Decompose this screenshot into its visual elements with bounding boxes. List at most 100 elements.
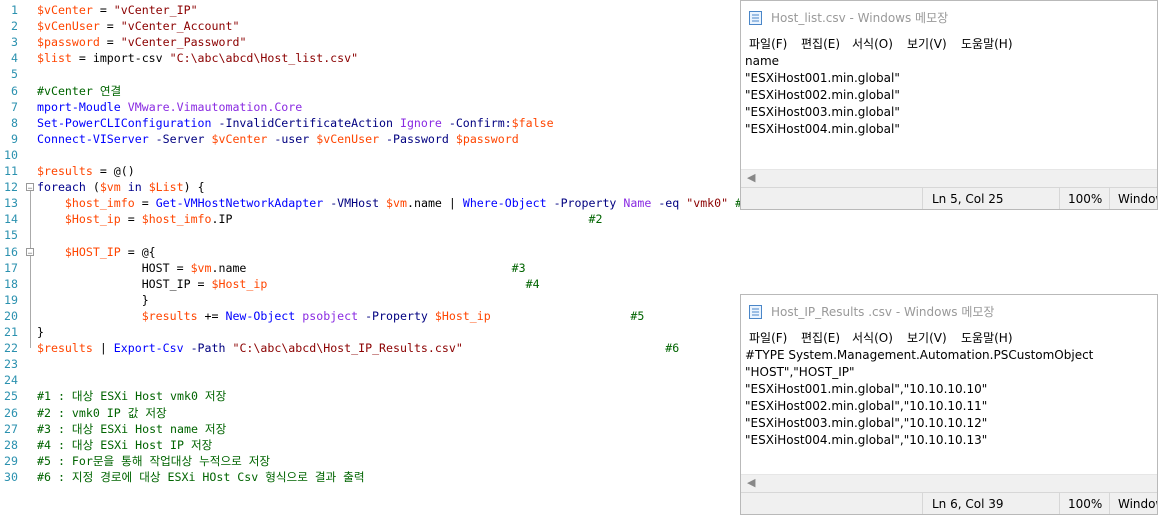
code-line[interactable]: 17 HOST = $vm.name #3 (0, 260, 735, 276)
line-number: 5 (11, 67, 18, 82)
menu-bar: 파일(F) 편집(E) 서식(O) 보기(V) 도움말(H) (741, 33, 1157, 53)
menu-help[interactable]: 도움말(H) (961, 35, 1013, 52)
code-line[interactable]: 18 HOST_IP = $Host_ip #4 (0, 276, 735, 292)
line-number: 1 (11, 3, 18, 17)
notepad-window-host-ip-results[interactable]: Host_IP_Results .csv - Windows 메모장 파일(F)… (740, 294, 1158, 515)
code-line[interactable]: 23 (0, 356, 735, 372)
text-area[interactable]: #TYPE System.Management.Automation.PSCus… (745, 347, 1157, 449)
line-number: 28 (4, 437, 18, 452)
line-number: 11 (4, 164, 18, 178)
menu-format[interactable]: 서식(O) (852, 35, 893, 52)
scroll-left-icon[interactable]: ◀ (747, 476, 755, 489)
menu-file[interactable]: 파일(F) (749, 35, 787, 52)
code-line[interactable]: 5 (0, 66, 735, 82)
horizontal-scrollbar[interactable]: ◀ (741, 474, 1157, 492)
line-ending: Windows (1118, 497, 1157, 511)
code-line[interactable]: 14 $Host_ip = $host_imfo.IP #2 (0, 211, 735, 227)
code-line[interactable]: 16 $HOST_IP = @{ (0, 244, 735, 260)
window-title: Host_IP_Results .csv - Windows 메모장 (771, 305, 995, 319)
text-line: name (745, 54, 780, 68)
code-text: $password = "vCenter_Password" (37, 35, 247, 50)
fold-guide (30, 255, 31, 316)
line-number: 27 (4, 421, 18, 436)
code-line[interactable]: 3 $password = "vCenter_Password" (0, 34, 735, 50)
code-line[interactable]: 19 } (0, 292, 735, 308)
line-number: 15 (4, 228, 18, 243)
code-line[interactable]: 26 #2 : vmk0 IP 값 저장 (0, 405, 735, 421)
notepad-window-host-list[interactable]: Host_list.csv - Windows 메모장 파일(F) 편집(E) … (740, 0, 1158, 210)
code-line[interactable]: 4 $list = import-csv "C:\abc\abcd\Host_li… (0, 50, 735, 66)
code-line[interactable]: 2 $vCenUser = "vCenter_Account" (0, 18, 735, 34)
code-text: $Host_ip = $host_imfo.IP #2 (64, 212, 603, 227)
code-line[interactable]: 11 $results = @() (0, 163, 735, 179)
text-line: "HOST","HOST_IP" (745, 365, 855, 379)
title-bar[interactable]: Host_IP_Results .csv - Windows 메모장 (741, 295, 1157, 327)
line-number: 19 (4, 292, 18, 307)
line-number: 3 (11, 35, 18, 50)
menu-view[interactable]: 보기(V) (907, 35, 947, 52)
code-line[interactable]: 30 #6 : 지정 경로에 대상 ESXi HOst Csv 형식으로 결과 출… (0, 469, 735, 485)
code-text: foreach ($vm in $List) { (37, 180, 205, 195)
line-number: 14 (4, 212, 18, 227)
code-line[interactable]: 6 #vCenter 연결 (0, 83, 735, 99)
code-text: } (37, 325, 44, 339)
fold-toggle-icon[interactable]: − (26, 247, 34, 257)
code-line[interactable]: 22 $results | Export-Csv -Path "C:\abc\ab… (0, 340, 735, 356)
menu-edit[interactable]: 편집(E) (801, 35, 840, 52)
code-line[interactable]: 27 #3 : 대상 ESXi Host name 저장 (0, 421, 735, 437)
text-line: #TYPE System.Management.Automation.PSCus… (745, 348, 1094, 362)
code-line[interactable]: 20 $results += New-Object psobject -Prop… (0, 308, 735, 324)
code-text: HOST = $vm.name #3 (37, 260, 526, 275)
line-number: 9 (11, 131, 18, 146)
code-line[interactable]: 25 #1 : 대상 ESXi Host vmk0 저장 (0, 388, 735, 404)
text-area[interactable]: name "ESXiHost001.min.global" "ESXiHost0… (745, 53, 1157, 138)
code-text: #5 : For문을 통해 작업대상 누적으로 저장 (37, 453, 271, 468)
code-line[interactable]: 15 (0, 227, 735, 243)
code-text: #1 : 대상 ESXi Host vmk0 저장 (37, 389, 227, 404)
line-number: 25 (4, 389, 18, 404)
code-line[interactable]: 1 $vCenter = "vCenter_IP" (0, 2, 735, 18)
line-number: 22 (4, 341, 18, 356)
code-text: $results += New-Object psobject -Propert… (141, 308, 645, 323)
code-editor[interactable]: 1 $vCenter = "vCenter_IP" 2 $vCenUser = "vC… (0, 0, 749, 521)
code-line[interactable]: 29 #5 : For문을 통해 작업대상 누적으로 저장 (0, 453, 735, 469)
horizontal-scrollbar[interactable]: ◀ (741, 169, 1157, 187)
line-number: 16 (4, 244, 18, 259)
line-ending: Windows (1118, 192, 1157, 206)
text-line: "ESXiHost002.min.global","10.10.10.11" (745, 399, 988, 413)
menu-file[interactable]: 파일(F) (749, 329, 787, 346)
status-bar: Ln 6, Col 39 100% Windows (741, 492, 1157, 514)
code-line[interactable]: 24 (0, 372, 735, 388)
line-number: 21 (4, 325, 18, 339)
line-number: 30 (4, 469, 18, 484)
code-text: #4 : 대상 ESXi Host IP 저장 (37, 437, 213, 452)
line-number: 4 (11, 51, 18, 66)
code-text: } (37, 292, 149, 307)
code-line[interactable]: 21} (0, 324, 735, 340)
code-line[interactable]: 12 foreach ($vm in $List) { (0, 179, 735, 195)
code-line[interactable]: 10 (0, 147, 735, 163)
line-number: 6 (11, 83, 18, 98)
menu-help[interactable]: 도움말(H) (961, 329, 1013, 346)
code-line[interactable]: 9 Connect-VIServer -Server $vCenter -user… (0, 131, 735, 147)
code-line[interactable]: 13 $host_imfo = Get-VMHostNetworkAdapter… (0, 195, 749, 211)
code-line[interactable]: 28 #4 : 대상 ESXi Host IP 저장 (0, 437, 735, 453)
code-line[interactable]: 7 mport-Moudle VMware.Vimautomation.Core (0, 99, 735, 115)
scroll-left-icon[interactable]: ◀ (747, 171, 755, 184)
text-line: "ESXiHost004.min.global" (745, 122, 900, 136)
text-line: "ESXiHost003.min.global","10.10.10.12" (745, 416, 988, 430)
code-text: $host_imfo = Get-VMHostNetworkAdapter -V… (64, 196, 750, 211)
menu-edit[interactable]: 편집(E) (801, 329, 840, 346)
code-text: $vCenter = "vCenter_IP" (37, 3, 198, 17)
zoom-level: 100% (1068, 497, 1103, 511)
text-line: "ESXiHost003.min.global" (745, 105, 900, 119)
code-text: mport-Moudle VMware.Vimautomation.Core (37, 99, 303, 114)
menu-view[interactable]: 보기(V) (907, 329, 947, 346)
zoom-level: 100% (1068, 192, 1103, 206)
code-line[interactable]: 8 Set-PowerCLIConfiguration -InvalidCerti… (0, 115, 735, 131)
menu-format[interactable]: 서식(O) (852, 329, 893, 346)
title-bar[interactable]: Host_list.csv - Windows 메모장 (741, 1, 1157, 33)
window-title: Host_list.csv - Windows 메모장 (771, 11, 949, 25)
fold-toggle-icon[interactable]: − (26, 183, 34, 193)
line-number: 24 (4, 373, 18, 388)
